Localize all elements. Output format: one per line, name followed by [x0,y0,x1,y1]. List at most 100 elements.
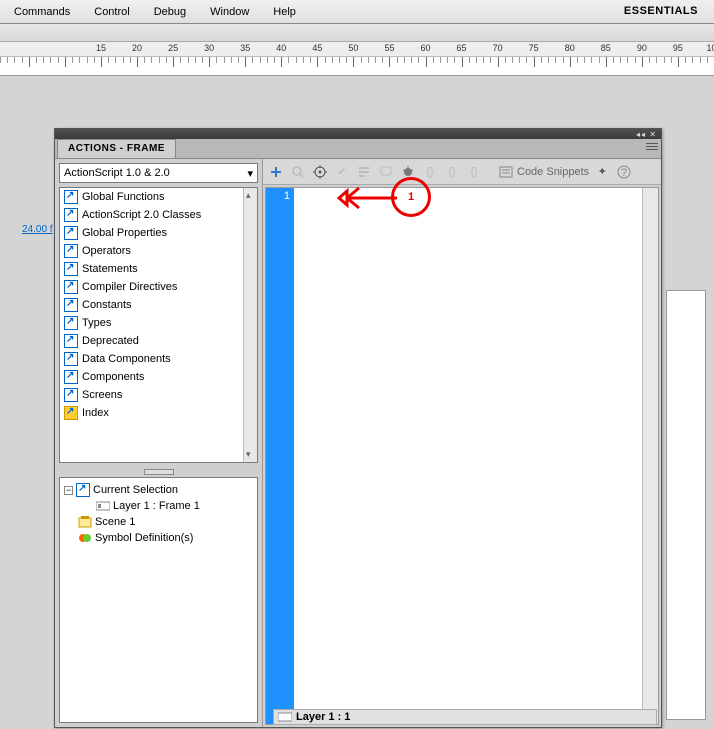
ruler-number: 90 [637,43,647,53]
category-label: Statements [82,263,138,275]
ruler-number: 65 [457,43,467,53]
category-label: Screens [82,389,122,401]
ruler-number: 55 [384,43,394,53]
ruler-number: 85 [601,43,611,53]
panel-tabbar: ACTIONS - FRAME [55,139,661,159]
book-icon [64,280,78,294]
frame-icon [96,499,110,513]
script-toolbar: ✔ {} {} {} Code Snippets ✦ ? [263,159,661,185]
scene-icon [78,515,92,529]
book-icon [64,352,78,366]
ruler-number: 75 [529,43,539,53]
document-edge [666,290,706,720]
script-version-select[interactable]: ActionScript 1.0 & 2.0 ▾ [59,163,258,183]
tree-collapse-icon[interactable]: − [64,486,73,495]
frame-label[interactable]: Layer 1 : Frame 1 [113,500,200,512]
code-text-area[interactable] [294,188,642,724]
actions-toolbox-tree[interactable]: Global Functions ActionScript 2.0 Classes… [59,187,258,463]
script-editor[interactable]: 1 [265,187,659,725]
category-label: Index [82,407,109,419]
dropdown-caret-icon: ▾ [247,167,253,180]
book-icon [64,190,78,204]
expand-all-icon[interactable]: {} [465,163,483,181]
book-icon [64,406,78,420]
code-snippets-button[interactable]: Code Snippets [499,166,589,178]
menu-help[interactable]: Help [261,3,308,21]
actions-left-column: ActionScript 1.0 & 2.0 ▾ Global Function… [55,159,263,727]
script-navigator[interactable]: − Current Selection Layer 1 : Frame 1 Sc… [59,477,258,723]
toolbox-category[interactable]: Screens [60,386,257,404]
category-label: Deprecated [82,335,139,347]
debug-icon[interactable] [399,163,417,181]
tree-scrollbar[interactable]: ▴ ▾ [243,188,257,462]
snippets-icon [499,166,513,178]
toolbox-category[interactable]: Deprecated [60,332,257,350]
book-icon [64,226,78,240]
wand-icon[interactable]: ✦ [593,163,611,181]
script-status-bar: Layer 1 : 1 [273,709,657,725]
scroll-down-icon[interactable]: ▾ [246,449,251,460]
book-icon [64,262,78,276]
panel-dragbar[interactable]: ◂◂ ✕ [55,129,661,139]
category-label: Components [82,371,144,383]
fps-display[interactable]: 24.00 f [22,224,53,235]
current-selection-label: Current Selection [93,484,178,496]
main-menubar: Commands Control Debug Window Help ESSEN… [0,0,714,24]
panel-collapse-icon[interactable]: ◂◂ ✕ [636,130,657,139]
splitter-grip[interactable] [55,467,262,477]
toolbox-category[interactable]: Types [60,314,257,332]
menu-debug[interactable]: Debug [142,3,198,21]
collapse-selection-icon[interactable]: {} [443,163,461,181]
menu-control[interactable]: Control [82,3,141,21]
help-icon[interactable]: ? [615,163,633,181]
book-icon [64,334,78,348]
category-label: ActionScript 2.0 Classes [82,209,201,221]
ruler-number: 50 [348,43,358,53]
workspace-switcher[interactable]: ESSENTIALS [616,2,706,20]
menu-commands[interactable]: Commands [2,3,82,21]
target-icon[interactable] [311,163,329,181]
ruler-number: 100 [706,43,714,53]
editor-scrollbar[interactable] [642,188,658,724]
scroll-up-icon[interactable]: ▴ [246,190,251,201]
panel-menu-icon[interactable] [645,141,659,153]
ruler-number: 40 [276,43,286,53]
toolbox-category[interactable]: ActionScript 2.0 Classes [60,206,257,224]
symbols-label[interactable]: Symbol Definition(s) [95,532,193,544]
toolbar-strip [0,24,714,42]
find-icon[interactable] [289,163,307,181]
actions-right-column: ✔ {} {} {} Code Snippets ✦ ? 1 [263,159,661,727]
toolbox-category[interactable]: Components [60,368,257,386]
category-label: Constants [82,299,132,311]
ruler-number: 45 [312,43,322,53]
add-script-icon[interactable] [267,163,285,181]
scene-label[interactable]: Scene 1 [95,516,135,528]
actions-panel: ◂◂ ✕ ACTIONS - FRAME ActionScript 1.0 & … [54,128,662,728]
ruler-number: 80 [565,43,575,53]
show-hint-icon[interactable] [377,163,395,181]
svg-text:?: ? [621,167,627,179]
category-label: Compiler Directives [82,281,177,293]
toolbox-category[interactable]: Global Properties [60,224,257,242]
category-label: Global Properties [82,227,167,239]
book-icon [64,370,78,384]
category-label: Global Functions [82,191,165,203]
tab-actions-frame[interactable]: ACTIONS - FRAME [57,139,176,158]
toolbox-category[interactable]: Statements [60,260,257,278]
toolbox-category[interactable]: Global Functions [60,188,257,206]
toolbox-category[interactable]: Data Components [60,350,257,368]
toolbox-category[interactable]: Compiler Directives [60,278,257,296]
menu-window[interactable]: Window [198,3,261,21]
ruler-number: 35 [240,43,250,53]
check-syntax-icon[interactable]: ✔ [333,163,351,181]
toolbox-category[interactable]: Constants [60,296,257,314]
toolbox-category[interactable]: Index [60,404,257,422]
ruler-number: 30 [204,43,214,53]
timeline-ruler[interactable]: 1520253035404550556065707580859095100 [0,42,714,76]
autoformat-icon[interactable] [355,163,373,181]
collapse-between-icon[interactable]: {} [421,163,439,181]
book-icon [64,208,78,222]
status-frame-label: Layer 1 : 1 [296,711,350,723]
ruler-number: 20 [132,43,142,53]
toolbox-category[interactable]: Operators [60,242,257,260]
